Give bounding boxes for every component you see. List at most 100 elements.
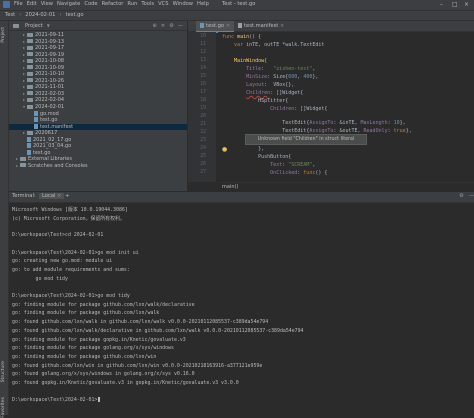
tree-item-label: 2021-09-17 (35, 45, 65, 52)
code-line: PushButton{ (258, 154, 292, 160)
tree-item-label: 2021-10-08 (35, 58, 65, 65)
close-icon[interactable]: × (464, 1, 469, 8)
tree-item-label: 2021-10-09 (35, 64, 65, 71)
code-line: Children: []Widget{ (270, 106, 328, 112)
tree-item-label: 2020617 (35, 130, 58, 137)
tab-test-manifest[interactable]: test.manifest × (234, 21, 288, 31)
gear-icon[interactable]: ⚙ (459, 193, 464, 199)
terminal-line: go: creating new go.mod: module ui (12, 258, 113, 265)
folder-icon (27, 97, 33, 102)
chevron-down-icon[interactable]: ▼ (47, 23, 50, 28)
file-icon (27, 143, 31, 149)
tree-item-label: test.manifest (40, 123, 74, 130)
code-line: }, (222, 146, 265, 152)
tree-item-label: 2021-09-19 (35, 51, 65, 58)
line-number: 10 (200, 34, 206, 39)
file-icon (27, 149, 31, 155)
collapse-icon[interactable]: ≑ (161, 23, 165, 29)
terminal-line: go: finding module for package gopkg.in/… (12, 336, 186, 343)
terminal-line: go: found github.com/lxn/walk in github.… (12, 319, 269, 326)
line-number: 14 (200, 66, 206, 71)
terminal-line: go: finding module for package github.co… (12, 353, 157, 360)
menu-item-run[interactable]: Run (127, 1, 137, 7)
hide-icon[interactable]: — (178, 23, 183, 29)
tree-item-label: 2021-09-11 (35, 32, 65, 38)
editor-breadcrumb-item[interactable]: main() (222, 184, 238, 190)
code-line: Layout: VBox{}, (246, 82, 295, 88)
menu-bar: File Edit View Navigate Code Refactor Run Tools… (14, 1, 209, 7)
terminal-line: go: found gopkg.in/Knetic/govaluate.v3 i… (12, 380, 239, 386)
terminal-title: Terminal: (12, 193, 36, 199)
terminal-line: go: found golang.org/x/sys/windows in go… (12, 371, 195, 378)
folder-icon (27, 91, 33, 96)
project-tree: ▸ 2021-09-11 ▸ 2021-09-13 ▸ 2021-09-17 ▸ 2021-0… (9, 31, 187, 169)
code-line: Text: "SCREAM", (270, 162, 316, 168)
app-logo-icon (3, 1, 10, 8)
menu-item-code[interactable]: Code (84, 1, 97, 7)
tab-local[interactable]: Local × (39, 193, 65, 199)
new-terminal-button[interactable]: + (65, 193, 69, 199)
maximize-icon[interactable]: □ (452, 1, 458, 8)
structure-tool-button[interactable]: Structure (1, 361, 6, 382)
line-number: 15 (200, 74, 206, 79)
terminal-output[interactable]: Microsoft Windows [版本 10.0.19044.3086] (c… (9, 203, 474, 415)
lightbulb-icon[interactable]: ● (222, 146, 227, 153)
gear-icon[interactable]: ⚙ (169, 23, 174, 29)
line-number: 25 (200, 154, 206, 159)
minimize-icon[interactable]: – (440, 1, 443, 8)
line-number: 23 (200, 138, 206, 143)
terminal-tab-bar: Terminal: Local × + ⚙ — (9, 192, 474, 203)
menu-item-edit[interactable]: Edit (27, 1, 37, 7)
code-line: Title: "zishen-test", (246, 66, 316, 72)
close-tab-icon[interactable]: × (280, 23, 284, 29)
left-tool-strip: Project Structure Favorites (0, 21, 9, 418)
folder-icon (27, 65, 33, 70)
line-number: 13 (200, 58, 206, 63)
tree-item-label: External Libraries (28, 156, 72, 163)
locate-icon[interactable]: ⊕ (152, 23, 156, 29)
project-panel-header: Project ▼ ⊕ ≑ ⚙ — (9, 21, 187, 31)
close-tab-icon[interactable]: × (226, 23, 230, 29)
terminal-line: D:\workspace\Test\2024-02-01>go mod init… (12, 249, 139, 256)
hide-icon[interactable]: — (469, 193, 474, 199)
close-tab-icon[interactable]: × (57, 193, 61, 199)
menu-item-navigate[interactable]: Navigate (57, 1, 80, 7)
folder-icon (27, 45, 33, 50)
line-number: 26 (200, 162, 206, 167)
breadcrumb-item[interactable]: test.go (66, 12, 84, 18)
editor-tabs: test.go × test.manifest × (188, 21, 474, 33)
code-line: OnClicked: func() { (270, 170, 328, 176)
code-editor[interactable]: func main() { var inTE, outTE *walk.Text… (218, 32, 474, 182)
menu-item-view[interactable]: View (41, 1, 53, 7)
terminal-line: go: to add module requirements and sums: (12, 266, 130, 273)
menu-item-help[interactable]: Help (197, 1, 209, 7)
project-tool-button[interactable]: Project (1, 27, 6, 43)
project-folder-icon (13, 23, 19, 28)
terminal-line: go: finding module for package github.co… (12, 310, 160, 317)
tree-item-label: test.go (40, 117, 58, 124)
terminal-line: D:\workspace\Test\2024-02-01> (12, 397, 101, 403)
menu-item-vcs[interactable]: VCS (158, 1, 168, 7)
project-panel-title[interactable]: Project (25, 23, 43, 29)
breadcrumb-item[interactable]: 2024-02-01 (25, 12, 55, 18)
tree-item-label: 2021_02_17.go (33, 136, 72, 143)
line-number: 12 (200, 50, 206, 55)
line-number: 16 (200, 82, 206, 87)
terminal-line: Microsoft Windows [版本 10.0.19044.3086] (12, 207, 128, 213)
terminal-line: go: found github.com/lxn/win in github.c… (12, 362, 263, 369)
tree-item[interactable]: ▸ Scratches and Consoles (9, 163, 187, 170)
terminal-line: D:\workspace\Test\2024-02-01>go mod tidy (12, 293, 130, 299)
breadcrumb-item[interactable]: Test (5, 12, 15, 18)
line-number: 11 (200, 42, 206, 47)
tree-item-label: 2022-02-03 (35, 90, 65, 97)
menu-item-refactor[interactable]: Refactor (102, 1, 124, 7)
code-line: MainWindow{ (234, 58, 268, 64)
window-title: Test - test.go (222, 1, 256, 7)
terminal-line: go: found github.com/lxn/walk/declarativ… (12, 327, 304, 334)
code-line: var inTE, outTE *walk.TextEdit (234, 42, 325, 48)
menu-item-tools[interactable]: Tools (141, 1, 154, 7)
menu-item-window[interactable]: Window (173, 1, 193, 7)
menu-item-file[interactable]: File (14, 1, 23, 7)
line-number: 27 (200, 170, 206, 175)
editor-gutter: 10 11 12 13 14 15 16 17 18 19 20 21 22 23 24 25 26 27 (188, 32, 216, 182)
